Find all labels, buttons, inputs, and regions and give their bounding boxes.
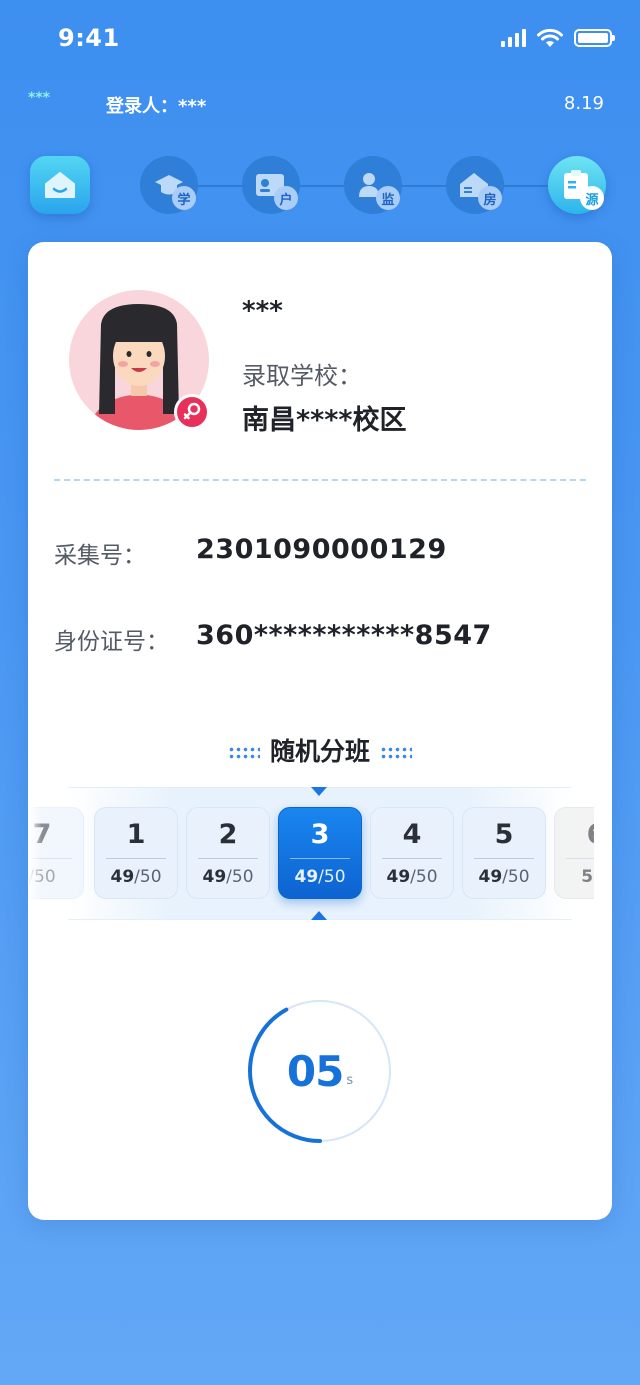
status-bar: 9:41 [0, 0, 640, 80]
step-source[interactable]: 源 [548, 156, 606, 214]
class-slot-5[interactable]: 5 49/50 [462, 807, 546, 899]
collect-number-value: 2301090000129 [196, 534, 447, 565]
step-household[interactable]: 户 [242, 156, 300, 214]
status-icons [501, 28, 615, 48]
class-picker[interactable]: 7 /50 1 49/50 2 49/50 3 49/50 4 49/50 5 … [28, 787, 612, 920]
class-number: 2 [218, 819, 238, 850]
wifi-icon [537, 28, 563, 47]
class-slot-1[interactable]: 1 49/50 [94, 807, 178, 899]
class-slot-2[interactable]: 2 49/50 [186, 807, 270, 899]
step-badge: 学 [172, 186, 196, 210]
school-name: 南昌****校区 [242, 405, 407, 436]
student-name: *** [242, 296, 283, 326]
header-mark: *** [28, 90, 50, 106]
step-student[interactable]: 学 [140, 156, 198, 214]
section-title-text: 随机分班 [269, 737, 370, 766]
picker-marker-bottom-icon [311, 911, 327, 920]
class-number: 1 [126, 819, 146, 850]
step-badge: 源 [580, 186, 604, 210]
class-number: 3 [310, 819, 330, 850]
id-number-value: 360***********8547 [196, 620, 492, 651]
id-number-label: 身份证号： [54, 629, 169, 655]
class-capacity: 49/50 [386, 867, 438, 887]
class-capacity: 49/50 [478, 867, 530, 887]
class-capacity: 49/50 [294, 867, 346, 887]
step-home[interactable] [30, 156, 90, 214]
class-number: 4 [402, 819, 422, 850]
step-guardian[interactable]: 监 [344, 156, 402, 214]
step-housing[interactable]: 房 [446, 156, 504, 214]
class-slot-4[interactable]: 4 49/50 [370, 807, 454, 899]
login-user-text: 登录人：*** [106, 96, 207, 117]
random-class-title: 随机分班 [28, 732, 612, 768]
dots-decoration [227, 746, 260, 760]
version-text: 8.19 [563, 93, 604, 114]
timer-unit: s [346, 1072, 354, 1088]
class-capacity: 49/50 [110, 867, 162, 887]
picker-marker-top-icon [311, 787, 327, 796]
home-icon [45, 172, 75, 198]
class-number: 5 [494, 819, 514, 850]
progress-steps: 学 户 监 房 源 [28, 156, 612, 216]
timer-value: 05 [286, 1046, 344, 1096]
step-badge: 房 [478, 186, 502, 210]
class-slot-3-selected[interactable]: 3 49/50 [278, 807, 362, 899]
signal-icon [501, 29, 526, 47]
student-card: *** 录取学校： 南昌****校区 采集号： 2301090000129 身份… [28, 242, 612, 1220]
collect-number-label: 采集号： [54, 543, 146, 569]
step-badge: 监 [376, 186, 400, 210]
countdown-timer: 05 s [247, 998, 393, 1144]
status-time: 9:41 [58, 24, 120, 52]
dashed-divider [54, 479, 586, 481]
class-capacity: 49/50 [202, 867, 254, 887]
battery-icon [574, 29, 615, 47]
dots-decoration [380, 746, 412, 760]
female-gender-icon [174, 394, 210, 430]
school-label: 录取学校： [242, 362, 362, 390]
step-badge: 户 [274, 186, 298, 210]
